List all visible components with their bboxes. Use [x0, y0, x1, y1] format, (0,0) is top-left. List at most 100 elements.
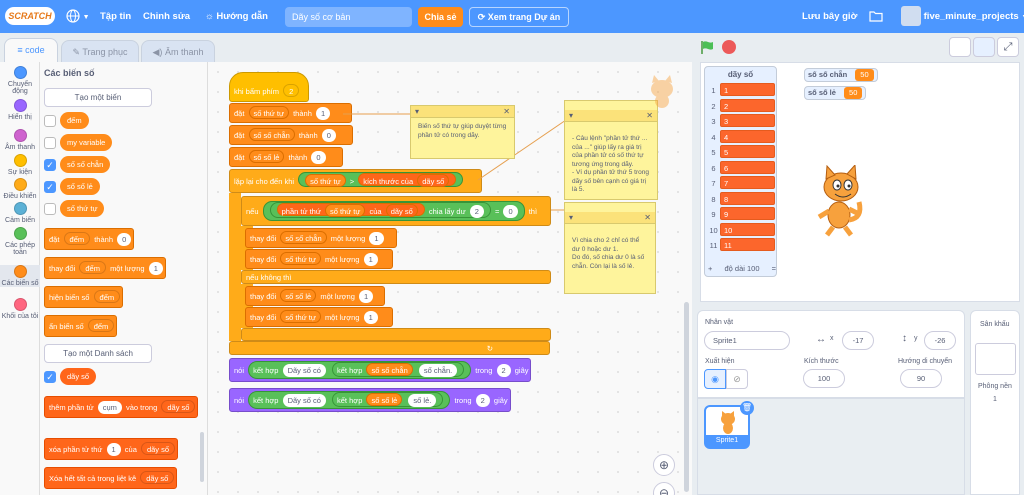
variable-checkbox[interactable]: [44, 203, 56, 215]
category-1[interactable]: Hiển thị: [0, 99, 40, 121]
list-item[interactable]: 22: [707, 98, 776, 113]
list-monitor[interactable]: dãy số 1 1 2 2 3 3 4 4 5 5 6 6 7 7 8 8 9 9 10 10 11 11 + độ d…: [704, 66, 777, 277]
comment-note[interactable]: ▾ ✕ Vì chia cho 2 chỉ có thể dư 0 hoặc dư…: [564, 202, 656, 294]
category-4[interactable]: Điều khiển: [0, 178, 40, 200]
y-position-input[interactable]: -26: [924, 331, 956, 350]
green-flag-icon[interactable]: [700, 40, 715, 55]
value-input[interactable]: 1: [106, 443, 121, 456]
hide-sprite-eye-icon[interactable]: ⊘: [726, 369, 748, 389]
value-input[interactable]: 1: [148, 262, 163, 275]
variable-monitor-even[interactable]: số số chẵn 50: [804, 68, 878, 82]
list-item[interactable]: 33: [707, 114, 776, 128]
see-project-page-button[interactable]: ⟳ Xem trang Dự án: [469, 7, 569, 27]
category-6[interactable]: Các phép toán: [0, 227, 40, 256]
variable-checkbox[interactable]: ✓: [44, 159, 56, 171]
comment-note[interactable]: ▾ ✕ Biến số thứ tự giúp duyệt từng phần t…: [410, 105, 515, 159]
list-item[interactable]: 99: [707, 207, 776, 221]
variable-reporter[interactable]: đếm: [60, 112, 89, 129]
comment-note[interactable]: ▾ ✕ - Câu lệnh "phần tử thứ ... của ..." …: [564, 100, 658, 200]
direction-input[interactable]: 90: [900, 369, 942, 388]
edit-menu[interactable]: Chỉnh sửa: [143, 0, 190, 33]
category-8[interactable]: Khối của tôi: [0, 298, 40, 320]
delete-all-list-block[interactable]: Xóa hết tất cả trong liệt kê dãy số: [44, 467, 178, 489]
hide-variable-block[interactable]: ẩn biến số đếm: [44, 315, 118, 337]
variable-checkbox[interactable]: ✓: [44, 181, 56, 193]
list-dropdown[interactable]: dãy số: [140, 442, 176, 455]
collapse-icon[interactable]: ▾: [569, 212, 573, 224]
variable-dropdown[interactable]: đếm: [93, 290, 121, 303]
set-variable-block[interactable]: đặt đếm thành 0: [44, 228, 135, 250]
list-item[interactable]: 11: [707, 83, 776, 97]
sprite-thumbnail[interactable]: Sprite1 🗑: [704, 401, 754, 449]
comment-text[interactable]: - Câu lệnh "phần tử thứ ... của ..." giú…: [565, 130, 657, 200]
list-item-value[interactable]: 4: [720, 129, 775, 143]
small-stage-icon[interactable]: [949, 37, 971, 57]
variable-reporter[interactable]: số thứ tự: [60, 200, 105, 217]
variable-monitor-odd[interactable]: số số lẻ 50: [804, 86, 867, 100]
delete-sprite-icon[interactable]: 🗑: [740, 401, 754, 415]
resize-handle[interactable]: =: [772, 264, 776, 273]
list-item-value[interactable]: 2: [720, 98, 775, 112]
change-variable-block[interactable]: thay đổi đếm một lượng 1: [44, 257, 166, 279]
variable-reporter[interactable]: số số lẻ: [60, 178, 100, 195]
share-button[interactable]: Chia sẻ: [418, 7, 463, 27]
variable-reporter[interactable]: số số chẵn: [60, 156, 111, 173]
category-3[interactable]: Sự kiện: [0, 154, 40, 176]
close-icon[interactable]: ✕: [503, 106, 510, 118]
collapse-icon[interactable]: ▾: [415, 106, 419, 118]
project-title-input[interactable]: Dãy số cơ bản: [285, 7, 412, 27]
comment-text[interactable]: Vì chia cho 2 chỉ có thể dư 0 hoặc dư 1.…: [565, 232, 655, 276]
close-icon[interactable]: ✕: [644, 212, 651, 224]
list-item-value[interactable]: 1: [720, 83, 775, 96]
value-input[interactable]: cụm: [97, 401, 122, 414]
sprite-name-input[interactable]: Sprite1: [704, 331, 790, 350]
list-item[interactable]: 10 10: [707, 222, 776, 237]
list-item-value[interactable]: 3: [720, 114, 775, 127]
tab-code[interactable]: ≡ code: [4, 38, 58, 63]
list-dropdown[interactable]: dãy số: [140, 471, 175, 484]
list-item[interactable]: 44: [707, 129, 776, 144]
my-stuff-folder-icon[interactable]: [869, 0, 883, 33]
list-dropdown[interactable]: dãy số: [161, 400, 196, 413]
list-item[interactable]: 88: [707, 191, 776, 206]
list-item[interactable]: 77: [707, 176, 776, 190]
list-checkbox[interactable]: ✓: [44, 371, 56, 383]
variable-dropdown[interactable]: đếm: [63, 232, 91, 245]
variable-dropdown[interactable]: đếm: [79, 261, 106, 274]
palette-scrollbar[interactable]: [200, 432, 204, 482]
tutorials-menu[interactable]: ☼ Hướng dẫn: [205, 0, 268, 33]
scratch-logo[interactable]: SCRATCH: [5, 7, 55, 25]
size-input[interactable]: 100: [803, 369, 845, 388]
list-item-value[interactable]: 6: [720, 160, 775, 174]
zoom-in-icon[interactable]: ⊕: [653, 454, 675, 476]
list-item-value[interactable]: 10: [720, 222, 775, 236]
cat-sprite[interactable]: [813, 165, 873, 237]
list-reporter[interactable]: dãy số: [60, 368, 97, 385]
list-item-value[interactable]: 9: [720, 207, 775, 220]
save-now-link[interactable]: Lưu bây giờ: [802, 0, 857, 33]
fullscreen-icon[interactable]: ⤢: [997, 37, 1019, 57]
list-item-value[interactable]: 7: [720, 176, 775, 189]
delete-from-list-block[interactable]: xóa phần tử thứ 1 của dãy số: [44, 438, 179, 460]
list-item[interactable]: 11 11: [707, 238, 776, 252]
x-position-input[interactable]: -17: [842, 331, 874, 350]
stage-selector[interactable]: Sân khấu Phông nền 1: [970, 310, 1020, 495]
normal-stage-icon[interactable]: [973, 37, 995, 57]
comment-text[interactable]: Biến số thứ tự giúp duyệt từng phần tử c…: [411, 118, 514, 145]
close-icon[interactable]: ✕: [646, 110, 653, 122]
category-5[interactable]: Cảm biến: [0, 202, 40, 224]
backdrop-thumbnail[interactable]: [975, 343, 1016, 375]
make-variable-button[interactable]: Tạo một biến: [44, 88, 152, 107]
category-7[interactable]: Các biến số: [0, 265, 40, 287]
list-item-value[interactable]: 8: [720, 191, 775, 205]
category-2[interactable]: Âm thanh: [0, 129, 40, 151]
tab-sounds[interactable]: ◀) Âm thanh: [141, 40, 215, 63]
tab-costumes[interactable]: ✎ Trang phục: [61, 40, 139, 63]
workspace-scrollbar[interactable]: [684, 302, 689, 492]
stop-icon[interactable]: [722, 40, 736, 54]
make-list-button[interactable]: Tạo một Danh sách: [44, 344, 152, 363]
category-0[interactable]: Chuyển động: [0, 66, 40, 95]
stage[interactable]: dãy số 1 1 2 2 3 3 4 4 5 5 6 6 7 7 8 8 9 9 10 10 11 11 + độ d…: [700, 62, 1020, 302]
add-item-button[interactable]: +: [708, 264, 712, 273]
account-menu[interactable]: five_minute_projects ▼: [901, 0, 1024, 33]
